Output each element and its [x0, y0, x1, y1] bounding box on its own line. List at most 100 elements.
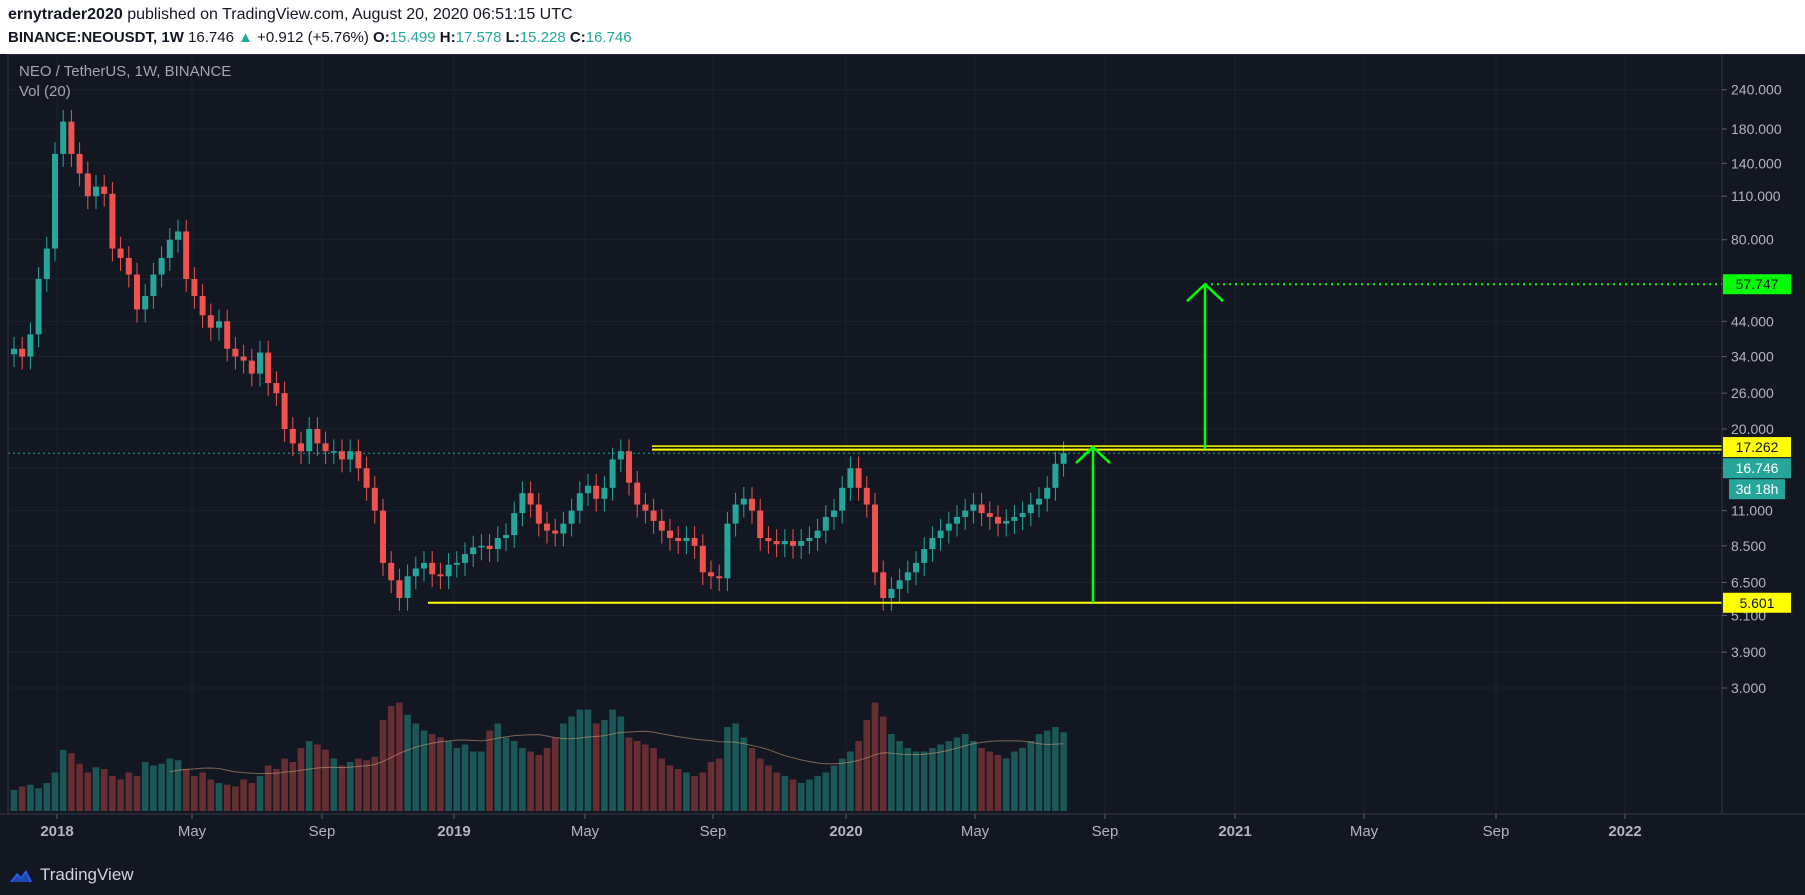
candle-body: [232, 348, 239, 357]
candle-body: [478, 545, 485, 548]
volume-bar: [1011, 751, 1018, 811]
volume-bar: [732, 723, 739, 811]
volume-bar: [715, 758, 723, 811]
price-tick-label: 140.000: [1731, 155, 1782, 171]
volume-bar: [896, 741, 903, 811]
candle-body: [650, 510, 657, 521]
volume-bar: [584, 709, 592, 811]
volume-bar: [781, 776, 789, 811]
price-tick-label: 11.000: [1731, 503, 1773, 519]
price-tick-label: 110.000: [1731, 188, 1781, 204]
volume-bar: [699, 772, 707, 811]
volume-bar: [84, 772, 92, 811]
volume-bar: [502, 737, 510, 811]
candle-body: [945, 523, 952, 531]
volume-bar: [871, 702, 879, 811]
volume-bar: [322, 749, 329, 811]
candle-body: [921, 549, 928, 563]
volume-bar: [1027, 741, 1035, 811]
volume-bar: [330, 758, 338, 811]
candle-body: [970, 504, 977, 511]
volume-bar: [109, 776, 116, 811]
price-tick-label: 6.500: [1731, 574, 1766, 590]
candle-body: [798, 541, 805, 546]
volume-bar: [986, 751, 994, 811]
time-tick-label: Sep: [1092, 823, 1119, 840]
candle-body: [1027, 504, 1034, 514]
candle-body: [76, 153, 83, 174]
volume-bar: [863, 720, 871, 811]
volume-bar: [994, 755, 1002, 811]
volume-bar: [806, 779, 813, 811]
close-value: 16.746: [585, 29, 632, 46]
candle-body: [634, 482, 641, 505]
volume-bar: [478, 751, 485, 811]
volume-bar: [51, 772, 59, 811]
volume-bar: [830, 765, 838, 811]
volume-bar: [92, 767, 100, 811]
volume-bar: [691, 776, 698, 811]
candle-body: [11, 348, 17, 355]
interval: 1W: [161, 29, 184, 46]
change-up-icon: ▲: [238, 29, 253, 46]
time-tick-label: Sep: [309, 823, 336, 840]
volume-bar: [445, 741, 452, 811]
price-tick-label: 240.000: [1731, 82, 1782, 98]
candle-body: [68, 121, 75, 154]
open-label: O:: [373, 29, 390, 46]
candle-body: [248, 360, 255, 374]
volume-bar: [379, 720, 387, 811]
candle-body: [904, 572, 911, 581]
candle-body: [740, 498, 747, 505]
candle-body: [412, 568, 419, 577]
candle-body: [708, 572, 714, 577]
volume-bar: [281, 758, 288, 811]
candle-body: [716, 576, 723, 579]
candle-body: [1011, 516, 1018, 521]
volume-bar: [125, 772, 133, 811]
candle-body: [855, 468, 862, 488]
candle-body: [667, 530, 673, 539]
support-price-label: 5.601: [1739, 595, 1774, 611]
tradingview-logo[interactable]: TradingView: [8, 865, 134, 885]
candle-body: [453, 562, 460, 565]
volume-bar: [486, 730, 493, 811]
volume-legend[interactable]: Vol (20): [19, 83, 71, 100]
candle-body: [27, 334, 34, 357]
volume-bar: [273, 769, 280, 811]
candle-body: [199, 295, 206, 316]
volume-bar: [658, 758, 666, 811]
pair-legend[interactable]: NEO / TetherUS, 1W, BINANCE: [19, 63, 231, 80]
candle-body: [986, 513, 993, 517]
open-value: 15.499: [389, 29, 436, 46]
candle-body: [363, 468, 370, 488]
volume-bar: [363, 760, 370, 811]
candle-body: [732, 504, 739, 524]
volume-bar: [855, 741, 862, 811]
volume-bar: [207, 779, 215, 811]
volume-bar: [215, 783, 223, 811]
time-tick-label: May: [961, 823, 990, 840]
chart-area[interactable]: 240.000180.000140.000110.00080.00060.000…: [0, 54, 1805, 856]
volume-bar: [404, 714, 411, 811]
volume-bar: [609, 709, 616, 811]
price-tick-label: 26.000: [1731, 385, 1774, 401]
volume-bar: [765, 765, 772, 811]
time-tick-label: 2021: [1218, 823, 1251, 840]
volume-bar: [797, 783, 805, 811]
candle-body: [913, 562, 919, 573]
candle-body: [658, 520, 665, 531]
volume-bar: [248, 783, 256, 811]
price-tick-label: 20.000: [1731, 421, 1774, 437]
volume-bar: [847, 751, 854, 811]
volume-bar: [76, 763, 83, 811]
candle-body: [289, 428, 296, 444]
candle-body: [593, 485, 600, 499]
volume-bar: [428, 734, 436, 811]
volume-bar: [740, 737, 748, 811]
candle-body: [93, 186, 99, 197]
author-name[interactable]: ernytrader2020: [8, 6, 123, 23]
volume-bar: [141, 762, 149, 811]
price-tick-label: 80.000: [1731, 232, 1774, 248]
candle-body: [642, 504, 649, 511]
